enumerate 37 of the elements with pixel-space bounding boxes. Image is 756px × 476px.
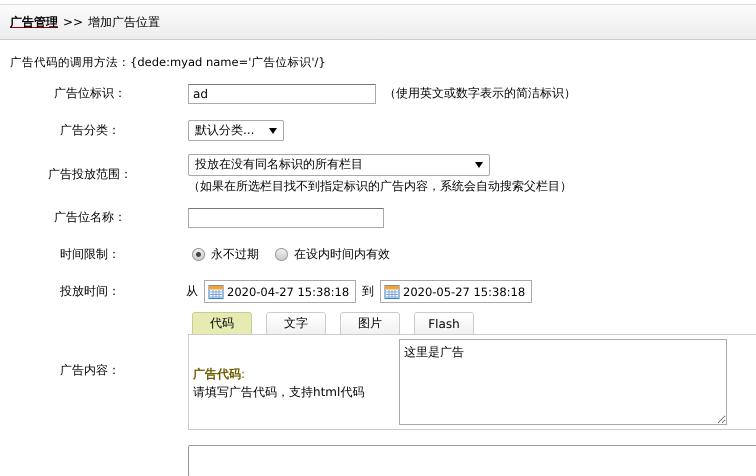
field-label: 广告位名称： [53,209,127,226]
tab[interactable]: 文字 [266,312,326,334]
dropdown[interactable]: 投放在没有同名标识的所有栏目 [188,154,490,176]
hint-text: （使用英文或数字表示的简洁标识） [384,85,576,102]
dropdown-arrow-icon [475,160,483,168]
tab[interactable]: Flash [414,312,474,334]
date-field[interactable]: 2020-05-27 15:38:18 [380,280,532,303]
dropdown-arrow-icon [269,126,277,134]
input-field[interactable]: ad [188,84,376,104]
field-label: 投放时间： [59,283,121,300]
panel-hint: 请填写广告代码，支持html代码 [193,384,366,401]
tab[interactable]: 代码 [192,312,252,334]
radio-label: 在设内时间内有效 [294,246,390,263]
usage-note: 广告代码的调用方法：{dede:myad name='广告位标识'/} [9,54,327,71]
calendar-icon [384,284,400,300]
field-label: 广告分类： [59,122,121,139]
date-field[interactable]: 2020-04-27 15:38:18 [204,280,356,303]
radio-button[interactable] [192,248,205,261]
input-field[interactable] [188,444,756,476]
note-text: （如果在所选栏目找不到指定标识的广告内容，系统会自动搜索父栏目） [188,178,572,194]
date-label: 从 [186,283,198,300]
field-label: 广告内容： [59,362,121,379]
field-label: 广告投放范围： [47,166,133,182]
breadcrumb-separator: >> [63,15,84,29]
calendar-icon [208,284,224,300]
field-label: 广告位标识： [53,85,127,102]
panel-title: 广告代码: [193,366,246,383]
breadcrumb-link[interactable]: 广告管理 [10,14,58,30]
dropdown[interactable]: 默认分类... [188,120,284,141]
field-label: 时间限制： [59,246,121,263]
radio-button[interactable] [275,248,288,261]
input-field[interactable] [188,208,384,228]
tab[interactable]: 图片 [340,312,400,334]
code-textarea[interactable]: 这里是广告 [399,339,727,425]
radio-label: 永不过期 [211,246,259,263]
breadcrumb-current: 增加广告位置 [88,14,160,30]
date-label: 到 [362,283,374,300]
